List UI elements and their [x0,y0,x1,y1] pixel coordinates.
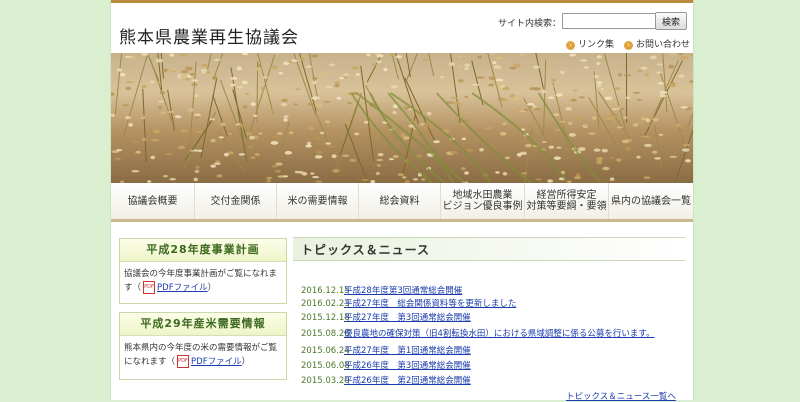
nav-item-meeting-docs[interactable]: 総会資料 [359,183,441,219]
arrow-right-icon: › [566,41,575,50]
contact-link[interactable]: › お問い合わせ [624,37,690,50]
plan-body: 協議会の今年度事業計画がご覧になれます（ PDF PDFファイル） [124,269,278,294]
news-item: 2015.06.24平成27年度 第1回通常総会開催 [301,344,471,356]
pdf-icon: PDF [143,281,156,294]
news-date: 2016.02.23 [301,299,350,309]
demand-heading[interactable]: 平成29年産米需要情報 [120,313,286,336]
page-container: 熊本県農業再生協議会 サイト内検索： 検索 › リンク集 › お問い合わせ 協議会概… [110,0,694,402]
news-link[interactable]: 平成26年度 第3回通常総会開催 [344,361,471,371]
search-label: サイト内検索： [498,19,562,29]
nav-item-vision-cases[interactable]: 地域水田農業 ビジョン優良事例 [441,183,525,219]
arrow-right-icon: › [624,41,633,50]
news-link[interactable]: 平成27年度 第1回通常総会開催 [344,346,471,356]
demand-pdf-link[interactable]: PDFファイル [191,357,242,367]
topics-header: トピックス＆ニュース [293,237,685,261]
demand-body: 熊本県内の今年度の米の需要情報がご覧になれます（ PDF PDFファイル） [124,343,278,368]
links-page-label: リンク集 [578,40,615,50]
rice-field-banner [111,53,693,183]
news-link[interactable]: 平成27年度 総会関係資料等を更新しました [344,299,516,309]
news-item: 2015.12.18平成27年度 第3回通常総会開催 [301,311,471,323]
news-item: 2016.02.23平成27年度 総会関係資料等を更新しました [301,297,516,309]
news-item: 2015.06.08平成26年度 第3回通常総会開催 [301,359,471,371]
topics-more-link[interactable]: トピックス＆ニュース一覧へ [566,390,676,402]
news-date: 2015.08.26 [301,329,350,339]
news-link[interactable]: 平成26年度 第2回通常総会開催 [344,376,471,386]
top-accent-bar [111,0,693,3]
news-link[interactable]: 平成27年度 第3回通常総会開催 [344,313,471,323]
pdf-icon: PDF [177,355,190,368]
news-date: 2015.06.08 [301,361,350,371]
search-input[interactable] [562,13,656,29]
nav-item-council-list[interactable]: 県内の協議会一覧 [609,183,693,219]
plan-panel: 平成28年度事業計画 協議会の今年度事業計画がご覧になれます（ PDF PDFファイ… [119,238,287,304]
topics-title: トピックス＆ニュース [301,243,431,257]
news-item: 2016.12.15平成28年度第3回通常総会開催 [301,284,462,296]
rice-grain-illustration [111,53,693,183]
demand-panel: 平成29年産米需要情報 熊本県内の今年度の米の需要情報がご覧になれます（ PDF P… [119,312,287,380]
plan-pdf-link[interactable]: PDFファイル [157,283,208,293]
links-page-link[interactable]: › リンク集 [566,37,614,50]
nav-item-guidelines[interactable]: 経営所得安定 対策等要綱・要領 [525,183,609,219]
news-item: 2015.08.26優良農地の確保対策（旧4割転換水田）における県域調整に係る公… [301,327,655,339]
nav-item-overview[interactable]: 協議会概要 [111,183,195,219]
nav-item-rice-demand[interactable]: 米の需要情報 [277,183,359,219]
news-date: 2016.12.15 [301,286,350,296]
news-link[interactable]: 平成28年度第3回通常総会開催 [344,286,462,296]
news-link[interactable]: 優良農地の確保対策（旧4割転換水田）における県域調整に係る公募を行います。 [344,329,655,339]
news-date: 2015.12.18 [301,313,350,323]
nav-item-subsidy[interactable]: 交付金関係 [195,183,277,219]
contact-label: お問い合わせ [636,40,691,50]
search-button[interactable]: 検索 [655,12,687,30]
news-date: 2015.03.20 [301,376,350,386]
site-title[interactable]: 熊本県農業再生協議会 [119,23,299,48]
plan-heading[interactable]: 平成28年度事業計画 [120,239,286,262]
news-item: 2015.03.20平成26年度 第2回通常総会開催 [301,374,471,386]
main-nav: 協議会概要 交付金関係 米の需要情報 総会資料 地域水田農業 ビジョン優良事例 … [111,183,693,222]
news-date: 2015.06.24 [301,346,350,356]
